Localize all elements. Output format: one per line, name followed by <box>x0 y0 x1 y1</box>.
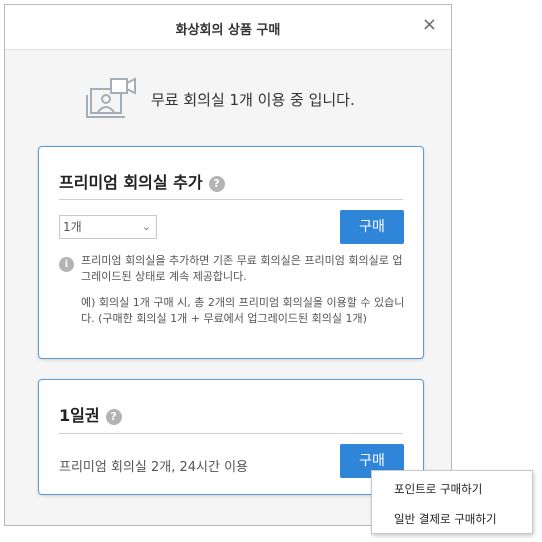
close-icon[interactable]: × <box>422 15 437 35</box>
premium-card-title: 프리미엄 회의실 추가? <box>59 169 225 193</box>
video-camera-icon <box>86 77 136 118</box>
premium-info-text: 프리미엄 회의실을 추가하면 기존 무료 회의실은 프리미엄 회의실로 업그레이… <box>81 254 403 283</box>
purchase-method-menu: 포인트로 구매하기 일반 결제로 구매하기 <box>371 470 533 534</box>
chevron-down-icon: ⌄ <box>141 220 151 233</box>
dialog-header: 화상회의 상품 구매 × <box>5 5 451 50</box>
day-pass-description: 프리미엄 회의실 2개, 24시간 이용 <box>59 460 248 475</box>
day-pass-title: 1일권? <box>59 402 122 426</box>
purchase-dialog: 화상회의 상품 구매 × 무료 회의실 1개 이용 중 입니다. 프리미엄 회의… <box>4 4 452 526</box>
premium-card-title-text: 프리미엄 회의실 추가 <box>59 173 203 192</box>
menu-item-buy-with-points[interactable]: 포인트로 구매하기 <box>394 481 482 497</box>
day-pass-card: 1일권? 프리미엄 회의실 2개, 24시간 이용 구매 <box>38 379 424 495</box>
divider <box>59 199 403 200</box>
premium-buy-button[interactable]: 구매 <box>340 210 404 244</box>
help-icon[interactable]: ? <box>105 408 122 425</box>
day-pass-title-text: 1일권 <box>59 406 100 425</box>
info-icon: i <box>59 257 74 272</box>
premium-room-card: 프리미엄 회의실 추가? 1개 ⌄ 구매 i 프리미엄 회의실을 추가하면 기존… <box>38 146 424 359</box>
help-icon[interactable]: ? <box>208 175 225 192</box>
quantity-select[interactable]: 1개 ⌄ <box>59 215 157 239</box>
menu-item-buy-with-payment[interactable]: 일반 결제로 구매하기 <box>394 511 497 527</box>
free-room-notice: 무료 회의실 1개 이용 중 입니다. <box>5 75 451 123</box>
premium-example-text: 예) 회의실 1개 구매 시, 총 2개의 프리미엄 회의실을 이용할 수 있습… <box>81 296 405 325</box>
free-room-text: 무료 회의실 1개 이용 중 입니다. <box>151 91 355 109</box>
dialog-title: 화상회의 상품 구매 <box>175 23 281 38</box>
divider <box>59 433 403 434</box>
quantity-value: 1개 <box>63 220 82 234</box>
